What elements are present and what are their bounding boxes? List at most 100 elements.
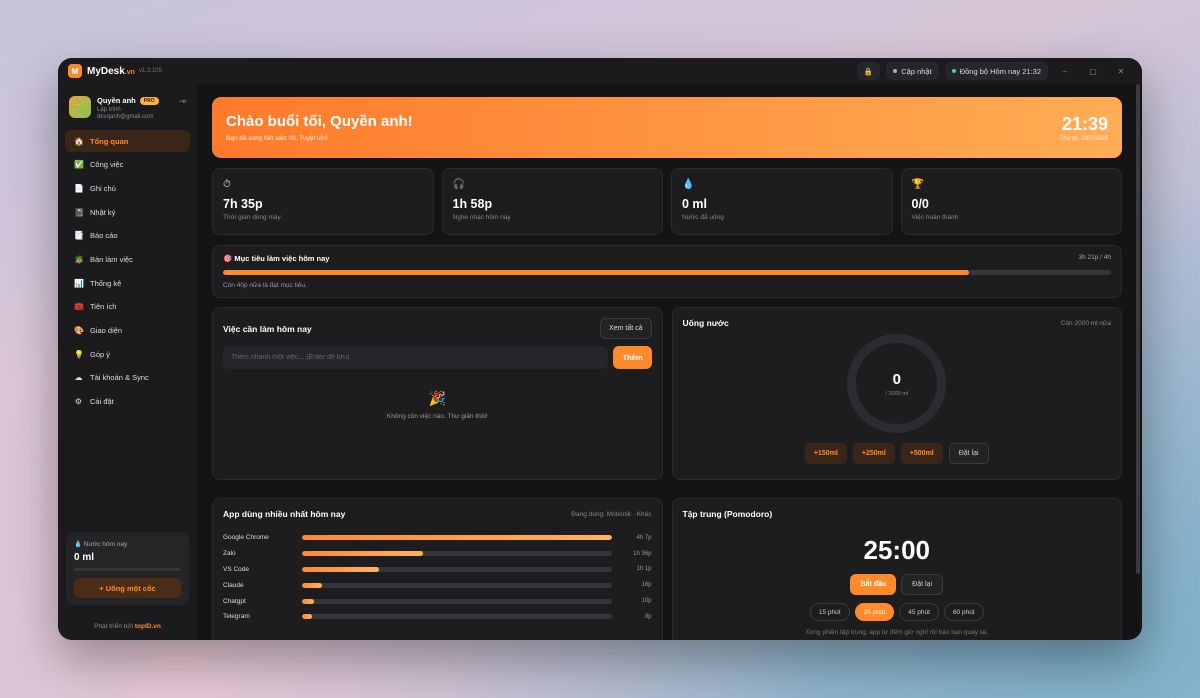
update-dot-icon	[893, 69, 898, 73]
todo-card: Việc cần làm hôm nay Xem tất cả Thêm 🎉 K…	[212, 307, 663, 480]
nav-icon: 🧰	[74, 302, 84, 312]
pomodoro-title: Tập trung (Pomodoro)	[682, 509, 773, 519]
scrollbar[interactable]	[1136, 84, 1140, 574]
hero-banner: Chào buổi tối, Quyền anh! Bạn đã xong hế…	[212, 97, 1122, 158]
app-name: Chatgpt	[223, 597, 246, 605]
water-reset-button[interactable]: Đặt lại	[948, 443, 989, 464]
drink-cup-button[interactable]: + Uống một cốc	[74, 578, 181, 598]
add-task-button[interactable]: Thêm	[613, 346, 652, 369]
add-250ml-button[interactable]: +250ml	[852, 443, 895, 464]
goal-progress-bar	[223, 270, 1111, 275]
profile-email: devqanh@gmail.com	[97, 114, 154, 120]
lock-button[interactable]: 🔒	[856, 62, 881, 80]
dev-link[interactable]: topID.vn	[135, 623, 161, 630]
stat-icon: 🎧	[452, 179, 465, 190]
sidebar-item-11[interactable]: ⚙ Cài đặt	[65, 391, 190, 413]
apps-list: Google Chrome 4h 7p Zalo 1h 36p VS Code 1h 1p…	[223, 530, 652, 625]
pomodoro-reset-button[interactable]: Đặt lại	[901, 574, 943, 595]
app-usage-bar	[302, 582, 612, 588]
pomodoro-start-button[interactable]: Bắt đầu	[850, 574, 897, 595]
duration-option[interactable]: 45 phút	[899, 603, 939, 621]
minimize-button[interactable]: –	[1054, 67, 1076, 76]
nav-icon: 📄	[74, 183, 84, 193]
app-row: Chatgpt 10p	[223, 593, 652, 609]
app-time: 8p	[644, 613, 652, 620]
sidebar-item-4[interactable]: 📑 Báo cáo	[65, 225, 190, 247]
goal-progress-fill	[223, 270, 969, 275]
water-target: / 2000 ml	[885, 390, 909, 397]
sidebar-item-8[interactable]: 🎨 Giao diện	[65, 320, 190, 342]
duration-option[interactable]: 25 phút	[854, 603, 895, 621]
lock-icon: 🔒	[863, 66, 874, 76]
quick-add-input[interactable]	[223, 346, 609, 369]
sidebar-item-label: Nhật ký	[90, 207, 116, 217]
sidebar-water-bar	[74, 568, 181, 571]
sidebar-item-label: Tiện ích	[90, 302, 117, 312]
sidebar-item-0[interactable]: 🏠 Tổng quan	[65, 130, 190, 152]
sidebar-item-7[interactable]: 🧰 Tiện ích	[65, 296, 190, 318]
sidebar-item-9[interactable]: 💡 Góp ý	[65, 343, 190, 365]
stat-label: Nước đã uống	[682, 214, 724, 221]
app-name: Claude	[223, 581, 244, 589]
stat-label: Thời gian dùng máy	[223, 214, 281, 221]
duration-option[interactable]: 60 phút	[943, 603, 984, 621]
sidebar-item-5[interactable]: 🪴 Bàn làm việc	[65, 248, 190, 270]
water-card: Uống nước Còn 2000 ml nữa 0 / 2000 ml +1…	[671, 307, 1122, 480]
sidebar-item-3[interactable]: 📓 Nhật ký	[65, 201, 190, 223]
sidebar-water-card: 💧 Nước hôm nay 0 ml + Uống một cốc	[66, 532, 189, 605]
add-500ml-button[interactable]: +500ml	[900, 443, 943, 464]
update-label: Cập nhật	[901, 66, 932, 76]
nav-icon: 🏠	[74, 136, 84, 146]
logout-icon[interactable]: ⇥	[178, 96, 186, 107]
brand-label: MyDesk	[87, 65, 125, 77]
sidebar-item-label: Góp ý	[90, 349, 111, 359]
app-usage-bar	[302, 551, 612, 557]
app-time: 1h 36p	[633, 550, 652, 557]
titlebar: M MyDesk.vn v1.3.105 🔒 Cập nhật Đồng bộ …	[58, 58, 1142, 84]
sidebar-item-label: Báo cáo	[90, 231, 118, 241]
sidebar-item-1[interactable]: ✅ Công việc	[65, 154, 190, 176]
add-150ml-button[interactable]: +150ml	[804, 443, 847, 464]
stat-value: 0/0	[911, 197, 929, 211]
stat-card: 💧 0 ml Nước đã uống	[671, 168, 893, 235]
sidebar-item-10[interactable]: ☁ Tài khoản & Sync	[65, 367, 190, 389]
app-name: Google Chrome	[223, 534, 269, 542]
view-all-button[interactable]: Xem tất cả	[600, 318, 652, 339]
app-row: Telegram 8p	[223, 609, 652, 625]
sync-status-icon	[951, 69, 956, 73]
update-button[interactable]: Cập nhật	[886, 62, 939, 80]
sidebar-item-2[interactable]: 📄 Ghi chú	[65, 177, 190, 199]
profile-role: Lập trình	[97, 107, 121, 113]
stat-value: 0 ml	[682, 197, 708, 211]
nav-icon: 💡	[74, 349, 84, 359]
dev-prefix: Phát triển bởi	[94, 623, 134, 630]
nav-icon: 🎨	[74, 326, 84, 335]
sidebar-item-label: Cài đặt	[90, 397, 114, 407]
app-row: VS Code 1h 1p	[223, 562, 652, 578]
apps-current: Đang dùng: Motionik · Khác	[571, 510, 652, 518]
pomodoro-timer: 25:00	[863, 535, 931, 565]
app-window: M MyDesk.vn v1.3.105 🔒 Cập nhật Đồng bộ …	[58, 58, 1142, 640]
clock-date: Thứ tư, 29/7/2026	[1059, 135, 1108, 142]
greeting: Chào buổi tối, Quyền anh!	[226, 113, 413, 130]
app-usage-bar	[302, 535, 612, 541]
sync-button[interactable]: Đồng bộ Hôm nay 21:32	[944, 62, 1048, 80]
app-name: Zalo	[223, 550, 236, 558]
water-remaining: Còn 2000 ml nữa	[1060, 319, 1111, 327]
duration-option[interactable]: 15 phút	[809, 603, 850, 621]
app-name: VS Code	[223, 565, 250, 573]
sidebar-item-6[interactable]: 📊 Thống kê	[65, 272, 190, 294]
sidebar-item-label: Bàn làm việc	[90, 254, 133, 264]
party-icon: 🎉	[428, 390, 446, 406]
maximize-button[interactable]: ▢	[1082, 67, 1104, 76]
app-usage-fill	[302, 598, 315, 604]
top-apps-card: App dùng nhiều nhất hôm nay Đang dùng: M…	[212, 498, 663, 640]
sidebar-item-label: Tài khoản & Sync	[90, 373, 149, 383]
profile[interactable]: 🌱 Quyền anh PRO Lập trình devqanh@gmail.c…	[65, 96, 190, 120]
brand-name: MyDesk.vn	[87, 66, 135, 77]
stat-card: 🎧 1h 58p Nghe nhạc hôm nay	[441, 168, 663, 235]
stat-icon: 💧	[682, 179, 695, 190]
duration-options: 15 phút 25 phút 45 phút 60 phút	[683, 603, 1112, 621]
close-button[interactable]: ✕	[1110, 67, 1132, 76]
stat-label: Nghe nhạc hôm nay	[452, 214, 511, 221]
